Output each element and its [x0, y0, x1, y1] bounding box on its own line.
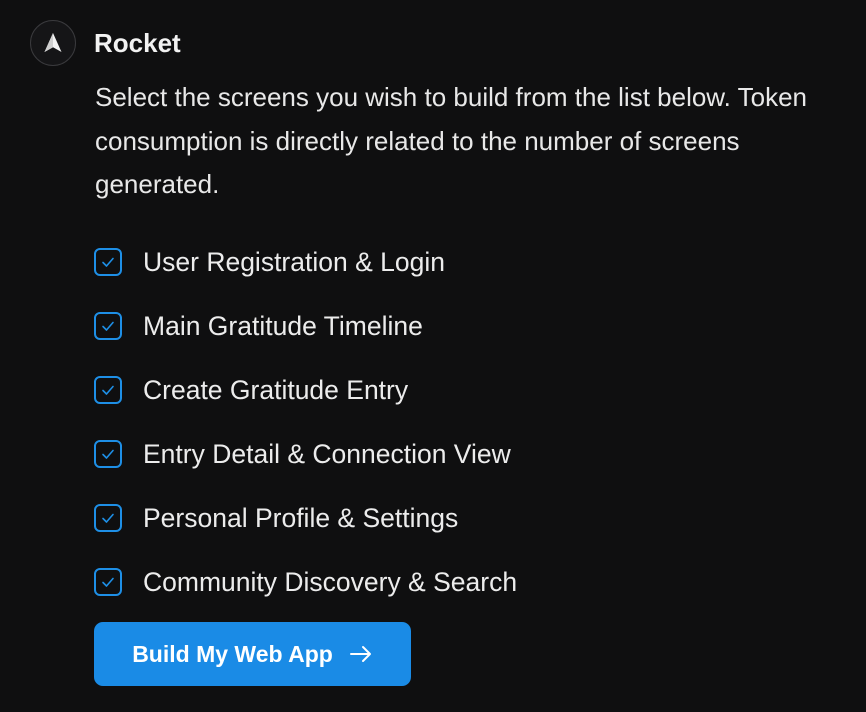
screen-option[interactable]: Main Gratitude Timeline — [94, 294, 517, 358]
screen-option-label: Community Discovery & Search — [143, 566, 518, 597]
screen-option-label: Main Gratitude Timeline — [143, 310, 423, 341]
chat-panel: Rocket Select the screens you wish to bu… — [0, 0, 866, 712]
checkmark-icon — [102, 257, 114, 267]
screen-checklist: User Registration & Login Main Gratitude… — [94, 230, 517, 614]
checkbox-checked[interactable] — [94, 376, 122, 404]
checkbox-checked[interactable] — [94, 248, 122, 276]
assistant-header: Rocket — [30, 20, 181, 66]
screen-option[interactable]: Community Discovery & Search — [94, 550, 517, 614]
build-web-app-button[interactable]: Build My Web App — [94, 622, 411, 686]
checkmark-icon — [102, 449, 114, 459]
checkmark-icon — [102, 513, 114, 523]
checkbox-checked[interactable] — [94, 312, 122, 340]
screen-option[interactable]: Create Gratitude Entry — [94, 358, 517, 422]
checkbox-checked[interactable] — [94, 568, 122, 596]
assistant-message: Select the screens you wish to build fro… — [95, 82, 808, 199]
assistant-name: Rocket — [94, 27, 181, 58]
checkbox-checked[interactable] — [94, 504, 122, 532]
build-button-label: Build My Web App — [132, 640, 333, 667]
screen-option-label: Entry Detail & Connection View — [143, 438, 511, 469]
screen-option-label: Personal Profile & Settings — [143, 502, 459, 533]
screen-option-label: Create Gratitude Entry — [143, 374, 409, 405]
screen-option-label: User Registration & Login — [143, 246, 445, 277]
checkmark-icon — [102, 577, 114, 587]
screen-option[interactable]: Entry Detail & Connection View — [94, 422, 517, 486]
rocket-logo-icon — [44, 33, 62, 52]
screen-option[interactable]: Personal Profile & Settings — [94, 486, 517, 550]
checkmark-icon — [102, 321, 114, 331]
arrow-right-icon — [349, 644, 373, 664]
checkmark-icon — [102, 385, 114, 395]
screen-option[interactable]: User Registration & Login — [94, 230, 517, 294]
checkbox-checked[interactable] — [94, 440, 122, 468]
assistant-avatar — [30, 20, 76, 66]
